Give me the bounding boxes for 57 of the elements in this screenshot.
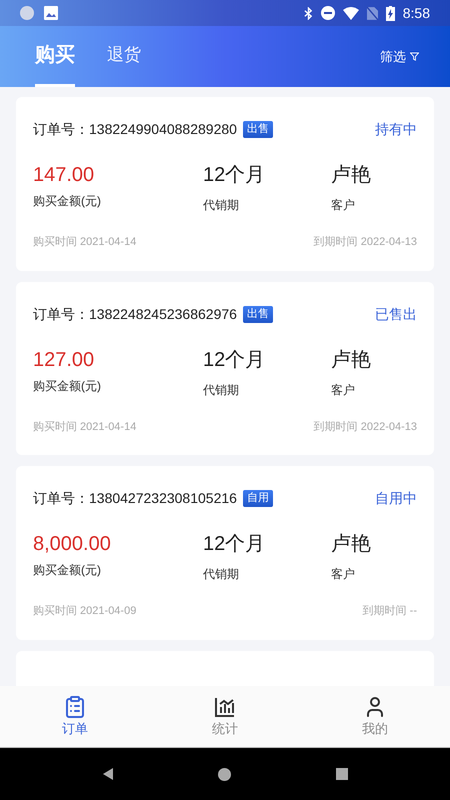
- purchase-amount: 147.00: [33, 163, 96, 188]
- bottom-nav-item[interactable]: 统计: [150, 686, 300, 747]
- funnel-icon: [410, 52, 419, 61]
- clipboard-icon: [63, 694, 87, 719]
- order-type-tag: 出售: [242, 121, 273, 138]
- recents-icon[interactable]: [336, 768, 348, 780]
- sales-period-label: 代销期: [203, 566, 240, 583]
- wifi-icon: [342, 6, 359, 20]
- sales-period-label: 代销期: [203, 382, 240, 398]
- order-number-label: 订单号：: [33, 489, 89, 508]
- purchase-amount-label: 购买金额(元): [33, 562, 102, 579]
- order-number-label: 订单号：: [33, 304, 89, 324]
- order-number: 1380427232308105216: [89, 489, 237, 508]
- customer-name: 卢艳: [331, 532, 372, 557]
- purchase-amount-label: 购买金额(元): [33, 378, 102, 394]
- bottom-nav-item[interactable]: 我的: [300, 686, 450, 747]
- order-number-label: 订单号：: [33, 120, 89, 139]
- customer-name: 卢艳: [331, 163, 372, 188]
- order-status: 持有中: [375, 120, 417, 139]
- battery-charging-icon: [386, 6, 395, 20]
- bluetooth-icon: [304, 6, 313, 20]
- sales-period: 12个月: [203, 348, 266, 372]
- order-status: 已售出: [375, 304, 417, 324]
- customer-name: 卢艳: [331, 348, 372, 372]
- sales-period: 12个月: [203, 163, 266, 188]
- image-icon: [44, 6, 58, 20]
- sales-period-label: 代销期: [203, 197, 240, 214]
- filter-button[interactable]: 筛选: [380, 26, 419, 87]
- no-sim-icon: [366, 6, 378, 20]
- purchase-amount: 8,000.00: [33, 532, 112, 557]
- order-type-tag: 出售: [242, 306, 273, 322]
- bottom-nav-item[interactable]: 订单: [0, 686, 150, 747]
- home-icon[interactable]: [218, 768, 230, 780]
- expiry-time: 到期时间 2022-04-13: [314, 235, 417, 250]
- tab[interactable]: 退货: [107, 26, 141, 87]
- order-card[interactable]: 订单号：1382249904088289280 出售 持有中 147.00 12个月 卢艳 购买金额(元) 代销期 客户 购买时间 2021-04-14 到期时间 2022-04-13: [16, 97, 434, 270]
- tab[interactable]: 购买: [35, 26, 75, 87]
- order-card[interactable]: 订单号：1382248245236862976 出售 已售出 127.00 12个月 卢艳 购买金额(元) 代销期 客户 购买时间 2021-04-14 到期时间 2022-04-13: [16, 282, 434, 455]
- do-not-disturb-icon: [320, 6, 335, 20]
- customer-label: 客户: [331, 382, 356, 398]
- sales-period: 12个月: [203, 532, 266, 557]
- order-type-tag: 自用: [242, 490, 273, 507]
- expiry-time: 到期时间 2022-04-13: [314, 420, 417, 434]
- purchase-time: 购买时间 2021-04-14: [33, 420, 136, 434]
- order-card[interactable]: 订单号：1380427232308105216 自用 自用中 8,000.00 12个月 卢艳 购买金额(元) 代销期 客户 购买时间 2021-04-09 到期时间 --: [16, 466, 434, 640]
- purchase-amount-label: 购买金额(元): [33, 193, 102, 210]
- customer-label: 客户: [331, 197, 356, 214]
- back-icon[interactable]: [102, 768, 112, 780]
- purchase-time: 购买时间 2021-04-09: [33, 604, 136, 619]
- order-number: 1382248245236862976: [89, 304, 237, 324]
- purchase-amount: 127.00: [33, 348, 96, 372]
- order-status: 自用中: [375, 489, 417, 508]
- purchase-time: 购买时间 2021-04-14: [33, 235, 136, 250]
- clock: 8:58: [402, 4, 430, 22]
- order-number: 1382249904088289280: [89, 120, 237, 139]
- expiry-time: 到期时间 --: [362, 604, 417, 619]
- customer-label: 客户: [331, 566, 356, 583]
